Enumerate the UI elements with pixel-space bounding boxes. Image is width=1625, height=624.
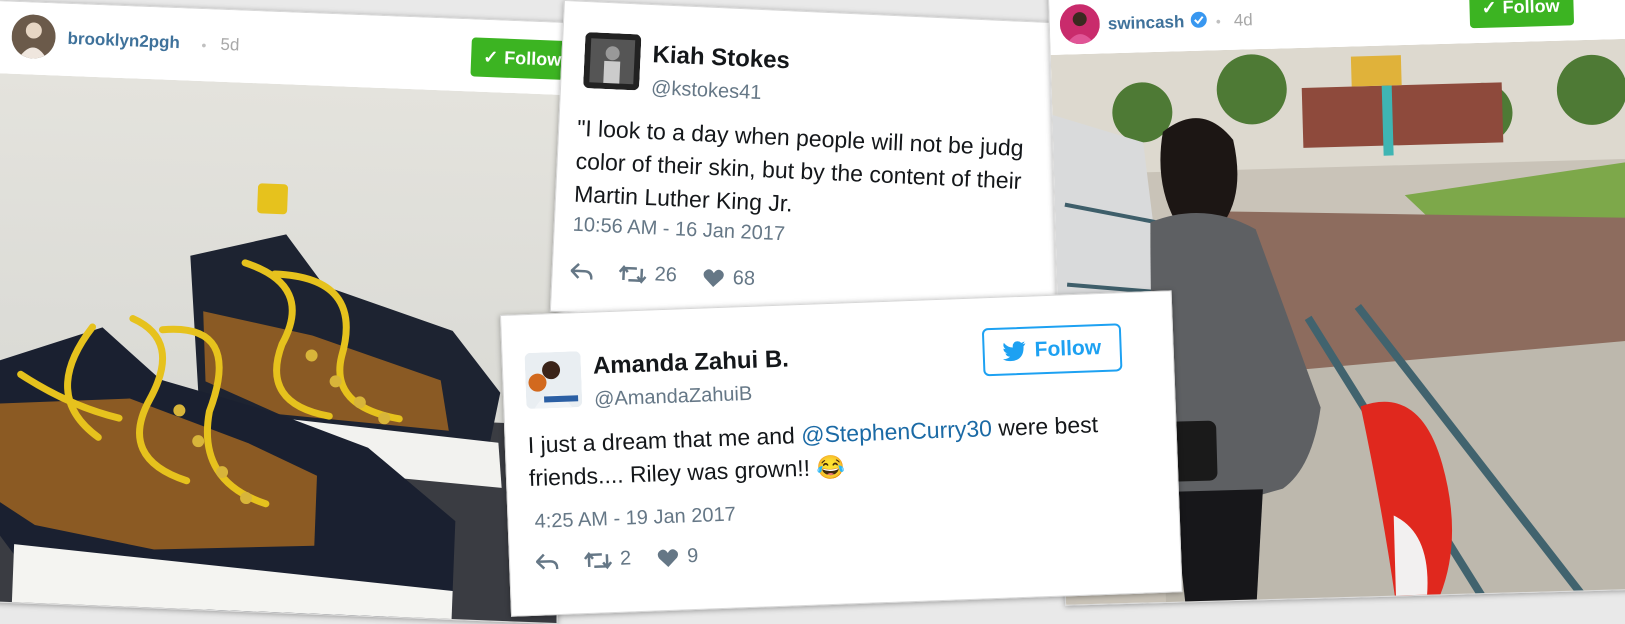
reply-button[interactable]: [570, 262, 593, 281]
verified-badge-icon: [1190, 11, 1209, 34]
handle[interactable]: @AmandaZahuiB: [594, 383, 753, 412]
avatar[interactable]: [1059, 3, 1101, 45]
reply-button[interactable]: [535, 553, 559, 572]
twitter-bird-icon: [1002, 341, 1026, 362]
retweet-button[interactable]: 26: [618, 262, 677, 288]
instagram-post-brooklyn2pgh: brooklyn2pgh • 5d ✓ Follow: [0, 0, 581, 624]
avatar[interactable]: [10, 13, 57, 60]
checkmark-icon: ✓: [1481, 0, 1497, 18]
follow-label: Follow: [1034, 336, 1102, 362]
retweet-button[interactable]: 2: [583, 547, 632, 572]
handle[interactable]: @kstokes41: [651, 77, 762, 105]
like-count: 9: [686, 544, 699, 568]
separator-dot: •: [1215, 13, 1221, 30]
post-age: 5d: [220, 34, 240, 55]
retweet-icon: [618, 264, 647, 284]
like-count: 68: [732, 266, 756, 290]
follow-button[interactable]: ✓ Follow: [1469, 0, 1575, 29]
heart-icon: [657, 548, 679, 567]
tweet-text: "I look to a day when people will not be…: [573, 112, 1024, 231]
like-button[interactable]: 68: [702, 266, 756, 291]
retweet-count: 2: [619, 547, 632, 570]
retweet-icon: [583, 551, 613, 569]
tweet-kiah-stokes: Kiah Stokes @kstokes41 "I look to a day …: [549, 0, 1076, 335]
tweet-text: I just a dream that me and @StephenCurry…: [527, 408, 1100, 495]
sneakers-photo[interactable]: [0, 72, 577, 624]
heart-icon: [703, 268, 725, 287]
checkmark-icon: ✓: [482, 46, 499, 68]
retweet-count: 26: [654, 263, 678, 287]
tweet-text-segment: were best: [991, 411, 1099, 442]
like-button[interactable]: 9: [657, 545, 699, 569]
avatar[interactable]: [524, 351, 583, 410]
tweet-actions: 26 68: [570, 260, 756, 291]
mention-link[interactable]: @StephenCurry30: [801, 415, 993, 448]
username-link[interactable]: brooklyn2pgh: [67, 29, 180, 53]
follow-label: Follow: [503, 47, 562, 70]
post-age: 4d: [1233, 10, 1253, 30]
follow-label: Follow: [1502, 0, 1560, 18]
reply-icon: [535, 553, 559, 569]
reply-icon: [570, 262, 593, 280]
avatar[interactable]: [583, 32, 642, 91]
tweet-actions: 2 9: [535, 545, 699, 574]
timestamp[interactable]: 4:25 AM - 19 Jan 2017: [534, 504, 736, 534]
display-name[interactable]: Kiah Stokes: [652, 41, 790, 75]
separator-dot: •: [201, 37, 207, 54]
display-name[interactable]: Amanda Zahui B.: [592, 345, 789, 380]
follow-button[interactable]: Follow: [981, 323, 1122, 377]
username-link[interactable]: swincash: [1108, 12, 1185, 34]
tweet-amanda-zahui: Amanda Zahui B. @AmandaZahuiB Follow I j…: [500, 290, 1183, 617]
